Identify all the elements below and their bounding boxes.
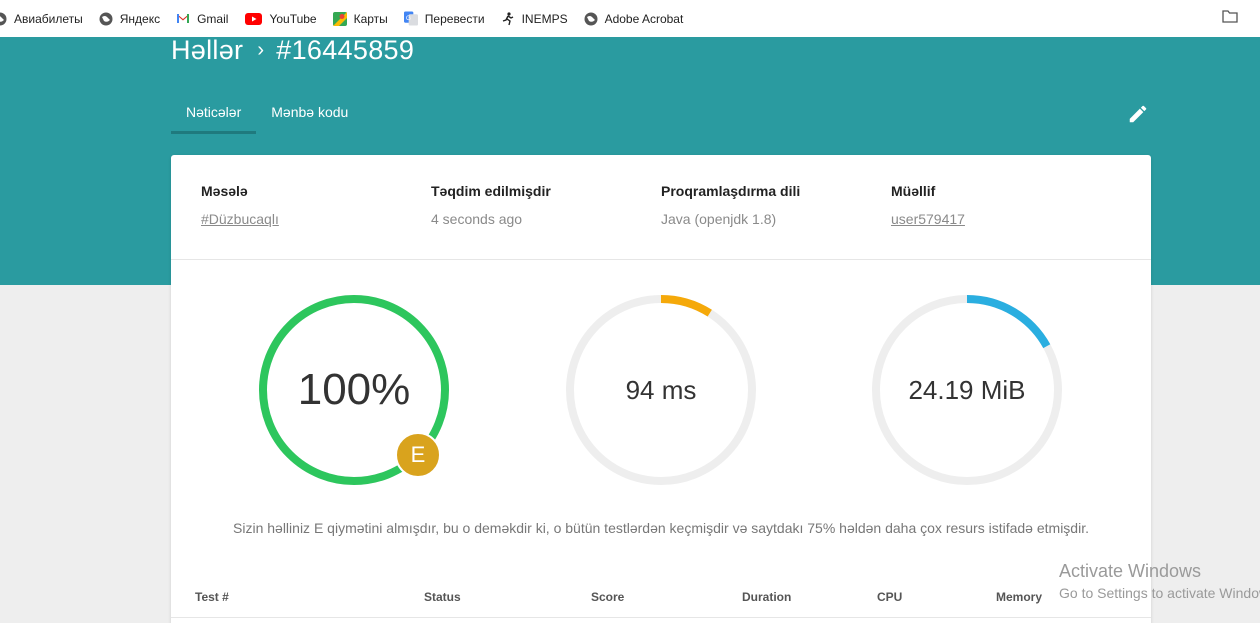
folder-icon[interactable] — [1222, 10, 1238, 23]
bookmark-label: YouTube — [269, 11, 317, 26]
bookmark-yandex[interactable]: Яндекс — [99, 12, 160, 26]
meta-submitted: Təqdim edilmişdir 4 seconds ago — [431, 183, 551, 227]
meta-author: Müəllif user579417 — [891, 183, 965, 227]
memory-gauge: 24.19 MiB — [869, 292, 1065, 488]
column-duration[interactable]: Duration — [742, 590, 791, 604]
bookmark-karty[interactable]: Карты — [332, 11, 388, 26]
bookmark-label: Яндекс — [119, 11, 161, 26]
chevron-right-icon: › — [257, 39, 265, 61]
tab-bar: Nəticələr Mənbə kodu — [171, 94, 363, 134]
globe-icon — [0, 12, 7, 26]
breadcrumb: Həllər › #16445859 — [171, 35, 414, 66]
bookmark-label: Adobe Acrobat — [604, 11, 684, 26]
grade-badge: E — [395, 432, 441, 478]
bookmark-youtube[interactable]: YouTube — [244, 11, 317, 26]
meta-label: Müəllif — [891, 183, 936, 199]
gmail-icon — [176, 12, 190, 26]
bookmark-aviabilety[interactable]: Авиабилеты — [0, 12, 83, 26]
tab-results[interactable]: Nəticələr — [171, 94, 257, 134]
meta-label: Məsələ — [201, 183, 248, 199]
translate-icon: G — [403, 11, 418, 26]
bookmark-label: Карты — [353, 11, 388, 26]
bookmark-label: INEMPS — [521, 11, 568, 26]
watermark-title: Activate Windows — [1059, 561, 1202, 581]
result-summary: Sizin həlliniz E qiymətini almışdır, bu … — [233, 520, 1089, 536]
bookmark-label: Gmail — [197, 11, 229, 26]
bookmark-label: Перевести — [424, 11, 485, 26]
result-card: Məsələ #Düzbucaqlı Təqdim edilmişdir 4 s… — [171, 155, 1151, 623]
bookmark-gmail[interactable]: Gmail — [176, 12, 228, 26]
youtube-icon — [244, 12, 262, 26]
breadcrumb-solutions-link[interactable]: Həllər — [171, 35, 243, 66]
submission-meta: Məsələ #Düzbucaqlı Təqdim edilmişdir 4 s… — [171, 155, 1151, 260]
tab-source-code[interactable]: Mənbə kodu — [256, 94, 363, 134]
language-value: Java (openjdk 1.8) — [661, 211, 777, 227]
runner-icon — [501, 11, 515, 26]
submission-id: #16445859 — [276, 35, 415, 65]
time-gauge: 94 ms — [563, 292, 759, 488]
author-link[interactable]: user579417 — [891, 211, 965, 227]
bookmark-label: Авиабилеты — [14, 11, 83, 26]
meta-label: Təqdim edilmişdir — [431, 183, 551, 199]
globe-icon — [584, 12, 598, 26]
column-test-number[interactable]: Test # — [195, 590, 229, 604]
bookmark-adobe-acrobat[interactable]: Adobe Acrobat — [584, 11, 684, 26]
svg-text:G: G — [406, 15, 411, 22]
tests-table-header: Test # Status Score Duration CPU Memory — [171, 590, 1151, 618]
bookmark-perevesti[interactable]: G Перевести — [403, 11, 485, 26]
column-cpu[interactable]: CPU — [877, 590, 902, 604]
submitted-time: 4 seconds ago — [431, 211, 523, 227]
bookmarks-bar: Авиабилеты Яндекс Gmail YouTube Карты G … — [0, 0, 1260, 37]
column-status[interactable]: Status — [424, 590, 461, 604]
windows-activation-watermark: Activate Windows Go to Settings to activ… — [1059, 561, 1260, 601]
watermark-subtitle: Go to Settings to activate Windows. — [1059, 585, 1260, 601]
column-memory[interactable]: Memory — [996, 590, 1042, 604]
problem-link[interactable]: #Düzbucaqlı — [201, 211, 279, 227]
globe-icon — [99, 12, 113, 26]
column-score[interactable]: Score — [591, 590, 624, 604]
maps-icon — [332, 11, 347, 26]
pencil-icon[interactable] — [1127, 103, 1149, 125]
memory-value: 24.19 MiB — [908, 374, 1026, 405]
time-value: 94 ms — [625, 374, 697, 405]
meta-language: Proqramlaşdırma dili Java (openjdk 1.8) — [661, 183, 800, 227]
meta-problem: Məsələ #Düzbucaqlı — [201, 183, 279, 227]
meta-label: Proqramlaşdırma dili — [661, 183, 801, 199]
bookmark-inemps[interactable]: INEMPS — [501, 12, 568, 26]
